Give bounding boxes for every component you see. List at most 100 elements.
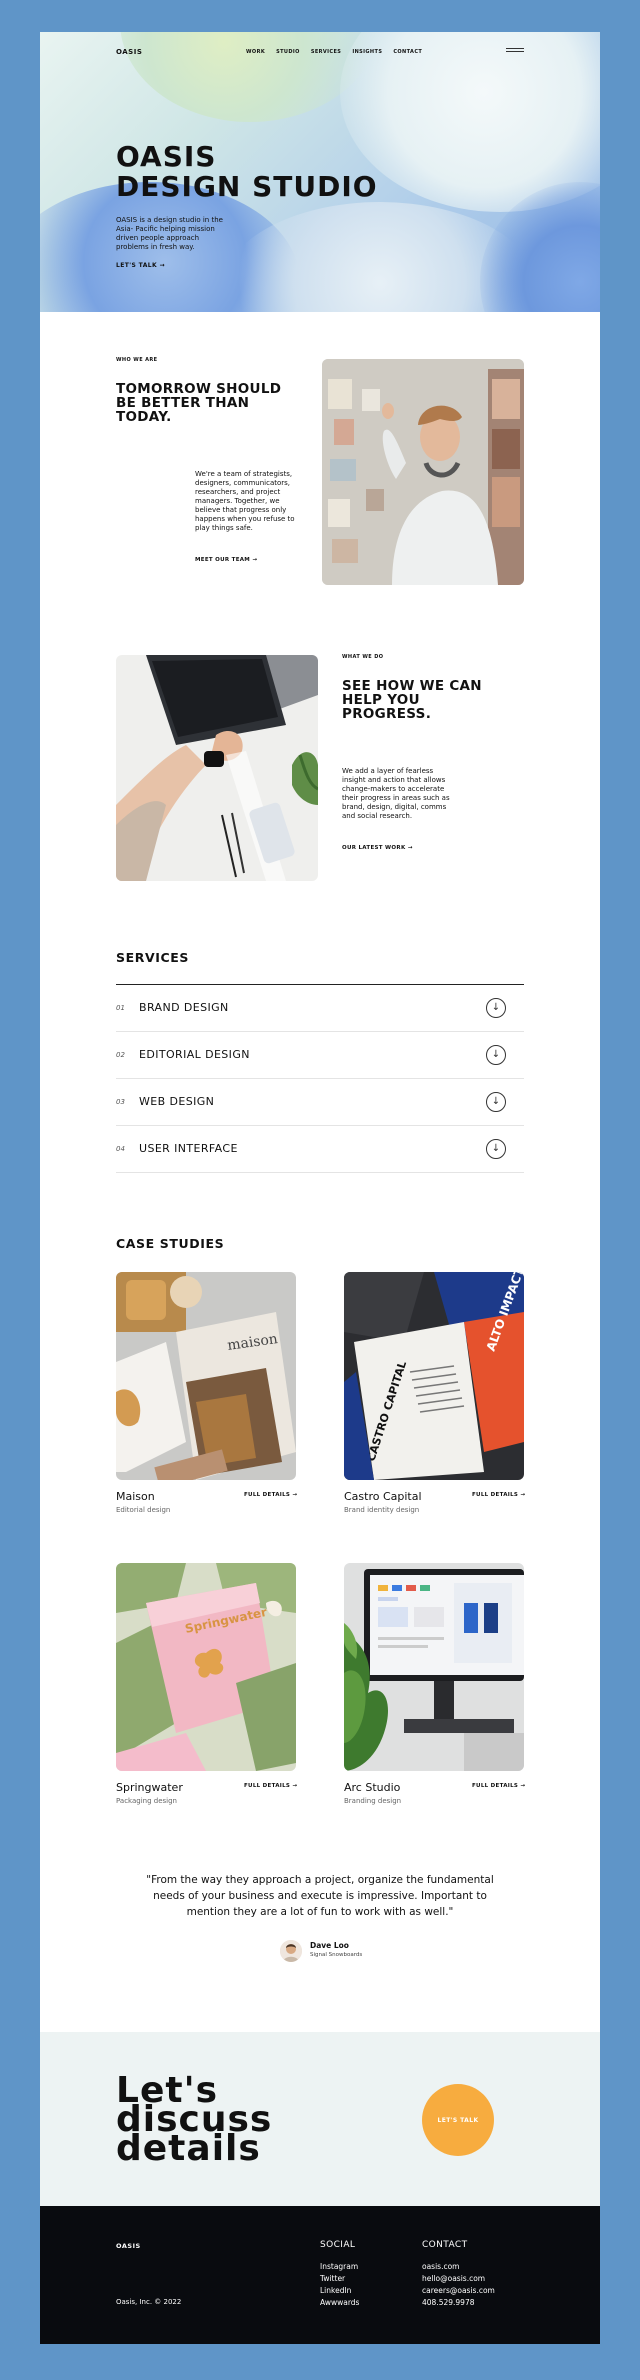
contact-email-careers[interactable]: careers@oasis.com	[422, 2286, 495, 2295]
footer-logo[interactable]: OASIS	[116, 2242, 141, 2250]
footer: OASIS Oasis, Inc. © 2022 SOCIAL Instagra…	[40, 2206, 600, 2344]
case-type: Brand identity design	[344, 1506, 420, 1514]
nav-item-services[interactable]: SERVICES	[311, 49, 341, 55]
arrow-down-icon: ↓	[491, 1096, 501, 1107]
contact-website[interactable]: oasis.com	[422, 2262, 460, 2271]
lets-talk-label: LET'S TALK	[116, 262, 158, 269]
expand-button[interactable]: ↓	[486, 1139, 506, 1159]
cta-section: Let's discuss details LET'S TALK	[40, 2032, 600, 2206]
who-heading-line: TODAY.	[116, 409, 172, 425]
arrow-right-icon: →	[252, 557, 258, 563]
what-body: We add a layer of fearless insight and a…	[342, 767, 450, 820]
arrow-right-icon: →	[292, 1783, 298, 1789]
expand-button[interactable]: ↓	[486, 998, 506, 1018]
expand-button[interactable]: ↓	[486, 1092, 506, 1112]
hero-section: OASIS WORK STUDIO SERVICES INSIGHTS CONT…	[40, 32, 600, 312]
social-link-linkedin[interactable]: LinkedIn	[320, 2286, 351, 2295]
meet-our-team-label: MEET OUR TEAM	[195, 557, 251, 563]
social-link-instagram[interactable]: Instagram	[320, 2262, 358, 2271]
social-link-twitter[interactable]: Twitter	[320, 2274, 345, 2283]
team-photo	[322, 359, 524, 585]
our-latest-work-label: OUR LATEST WORK	[342, 845, 406, 851]
hero-title: OASIS DESIGN STUDIO	[116, 142, 378, 202]
arrow-down-icon: ↓	[491, 1002, 501, 1013]
full-details-label: FULL DETAILS	[244, 1492, 291, 1498]
service-row[interactable]: 01 BRAND DESIGN ↓	[116, 986, 524, 1032]
meet-our-team-link[interactable]: MEET OUR TEAM →	[195, 557, 257, 563]
case-name[interactable]: Maison	[116, 1490, 155, 1503]
nav-item-insights[interactable]: INSIGHTS	[352, 49, 382, 55]
service-row[interactable]: 03 WEB DESIGN ↓	[116, 1080, 524, 1126]
full-details-label: FULL DETAILS	[472, 1492, 519, 1498]
main-menu: WORK STUDIO SERVICES INSIGHTS CONTACT	[246, 49, 422, 55]
who-heading-line: BE BETTER THAN	[116, 395, 250, 411]
hero-title-line: OASIS	[116, 140, 217, 173]
nav-item-work[interactable]: WORK	[246, 49, 265, 55]
contact-email-hello[interactable]: hello@oasis.com	[422, 2274, 485, 2283]
what-heading-line: SEE HOW WE CAN	[342, 678, 482, 694]
hamburger-menu-icon[interactable]	[506, 48, 524, 54]
cta-heading: Let's discuss details	[116, 2073, 272, 2169]
case-image-arc-studio[interactable]	[344, 1563, 524, 1771]
service-number: 02	[116, 1051, 125, 1059]
expand-button[interactable]: ↓	[486, 1045, 506, 1065]
lets-talk-button[interactable]: LET'S TALK	[422, 2084, 494, 2156]
full-details-link[interactable]: FULL DETAILS →	[244, 1492, 297, 1498]
case-name[interactable]: Springwater	[116, 1781, 183, 1794]
full-details-link[interactable]: FULL DETAILS →	[472, 1783, 525, 1789]
testimonial-quote: "From the way they approach a project, o…	[146, 1874, 494, 1918]
arrow-down-icon: ↓	[491, 1049, 501, 1060]
who-heading-line: TOMORROW SHOULD	[116, 381, 282, 397]
case-image-castro-capital[interactable]: ALTO IMPACTO EN FUTURO CASTRO CAPITAL	[344, 1272, 524, 1480]
service-number: 01	[116, 1004, 125, 1012]
service-name: USER INTERFACE	[139, 1142, 238, 1155]
full-details-label: FULL DETAILS	[244, 1783, 291, 1789]
service-name: WEB DESIGN	[139, 1095, 215, 1108]
page: OASIS WORK STUDIO SERVICES INSIGHTS CONT…	[40, 32, 600, 2344]
social-link-awwwards[interactable]: Awwwards	[320, 2298, 359, 2307]
lets-talk-link[interactable]: LET'S TALK →	[116, 262, 165, 269]
what-heading: SEE HOW WE CAN HELP YOU PROGRESS.	[342, 679, 482, 721]
services-title: SERVICES	[116, 950, 190, 965]
contact-heading: CONTACT	[422, 2240, 468, 2250]
case-type: Editorial design	[116, 1506, 171, 1514]
full-details-link[interactable]: FULL DETAILS →	[244, 1783, 297, 1789]
our-latest-work-link[interactable]: OUR LATEST WORK →	[342, 845, 413, 851]
what-heading-line: HELP YOU	[342, 692, 420, 708]
case-name[interactable]: Castro Capital	[344, 1490, 422, 1503]
case-name[interactable]: Arc Studio	[344, 1781, 400, 1794]
arrow-right-icon: →	[520, 1783, 526, 1789]
nav-item-contact[interactable]: CONTACT	[393, 49, 422, 55]
arrow-right-icon: →	[520, 1492, 526, 1498]
divider	[116, 984, 524, 985]
logo[interactable]: OASIS	[116, 48, 142, 56]
service-number: 03	[116, 1098, 125, 1106]
what-heading-line: PROGRESS.	[342, 706, 432, 722]
who-eyebrow: WHO WE ARE	[116, 357, 158, 363]
service-row[interactable]: 04 USER INTERFACE ↓	[116, 1127, 524, 1173]
case-image-springwater[interactable]: Springwater	[116, 1563, 296, 1771]
testimonial-author: Dave Loo	[310, 1941, 349, 1950]
case-type: Packaging design	[116, 1797, 177, 1805]
hero-title-line: DESIGN STUDIO	[116, 170, 378, 203]
full-details-link[interactable]: FULL DETAILS →	[472, 1492, 525, 1498]
case-type: Branding design	[344, 1797, 402, 1805]
who-heading: TOMORROW SHOULD BE BETTER THAN TODAY.	[116, 382, 281, 424]
contact-phone[interactable]: 408.529.9978	[422, 2298, 475, 2307]
case-studies-title: CASE STUDIES	[116, 1236, 225, 1251]
nav-item-studio[interactable]: STUDIO	[276, 49, 300, 55]
hero-description: OASIS is a design studio in the Asia- Pa…	[116, 216, 223, 251]
avatar	[280, 1940, 302, 1962]
service-name: EDITORIAL DESIGN	[139, 1048, 250, 1061]
case-image-maison[interactable]: maison	[116, 1272, 296, 1480]
who-body: We're a team of strategists, designers, …	[195, 470, 295, 532]
cta-heading-line: details	[116, 2128, 261, 2169]
service-name: BRAND DESIGN	[139, 1001, 229, 1014]
service-row[interactable]: 02 EDITORIAL DESIGN ↓	[116, 1033, 524, 1079]
laptop-photo	[116, 655, 318, 881]
what-eyebrow: WHAT WE DO	[342, 654, 384, 660]
social-heading: SOCIAL	[320, 2240, 356, 2250]
arrow-right-icon: →	[159, 262, 165, 269]
arrow-right-icon: →	[292, 1492, 298, 1498]
full-details-label: FULL DETAILS	[472, 1783, 519, 1789]
